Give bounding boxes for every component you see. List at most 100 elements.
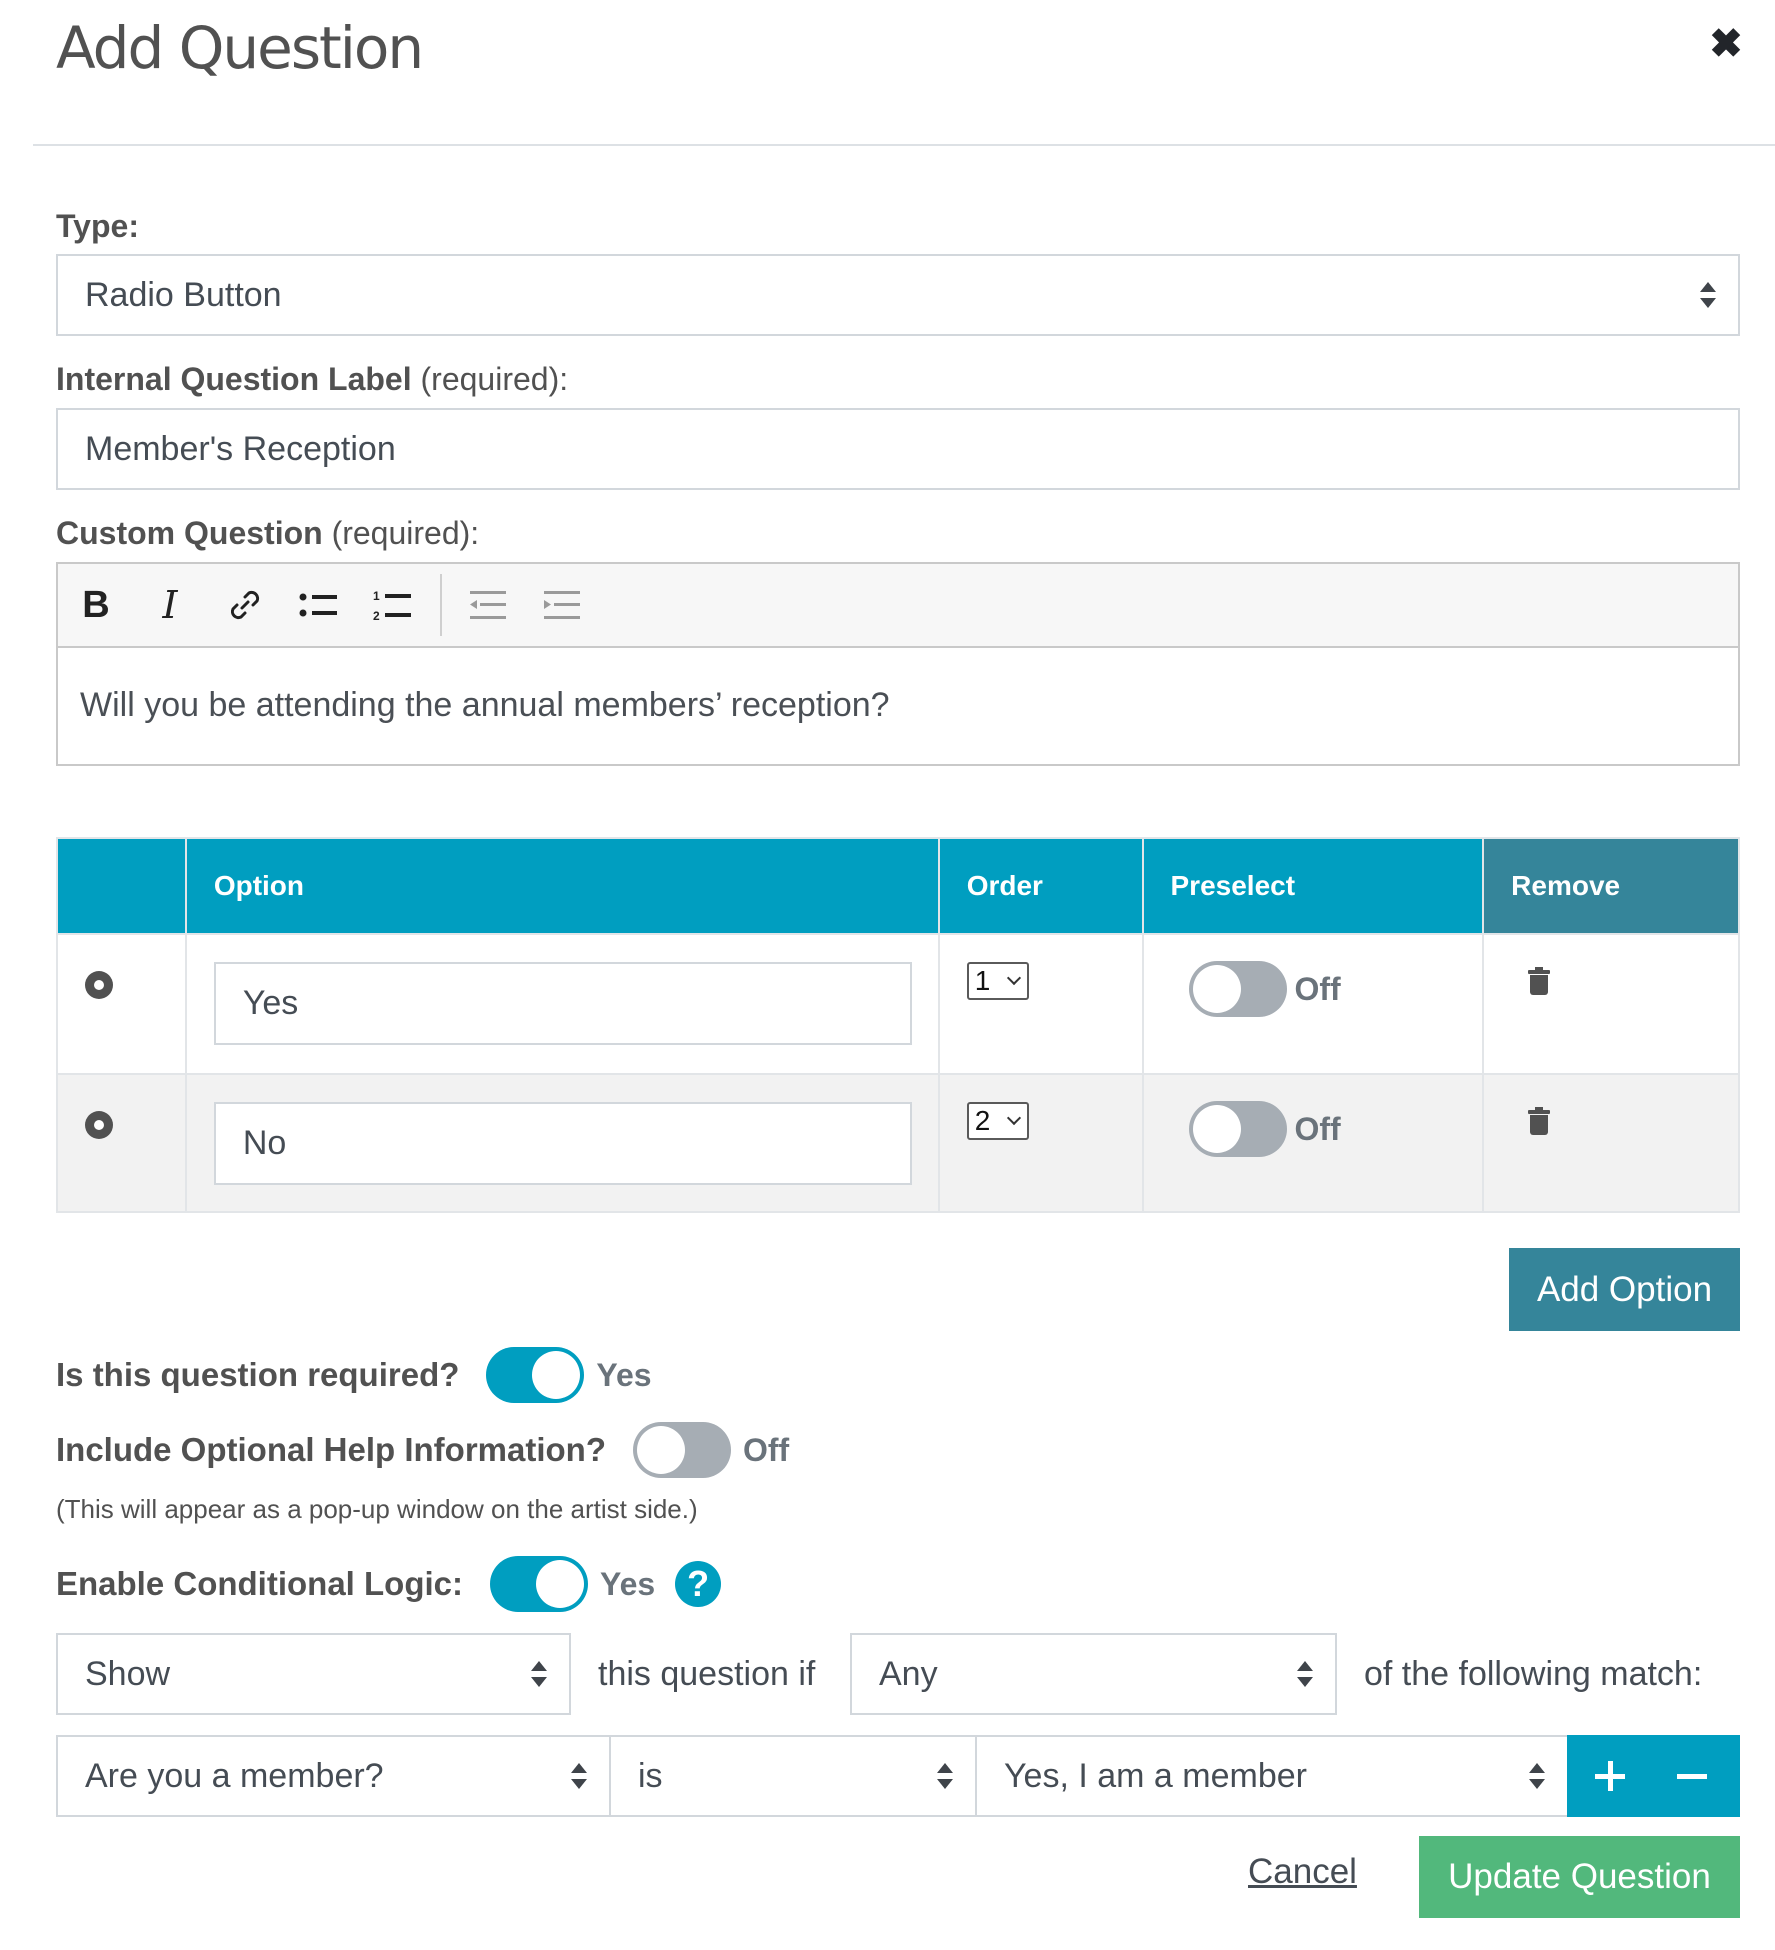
svg-text:2: 2 [373, 609, 380, 622]
select-arrows-icon [531, 1661, 547, 1687]
trash-icon[interactable] [1528, 1107, 1551, 1135]
custom-question-suffix: (required): [322, 515, 480, 551]
conditional-label: Enable Conditional Logic: [56, 1565, 463, 1602]
table-row: Yes 1 Off [56, 933, 1740, 1075]
required-toggle[interactable] [486, 1347, 585, 1403]
bullet-list-icon[interactable] [289, 564, 349, 646]
outdent-icon[interactable] [458, 564, 518, 646]
preselect-toggle[interactable] [1188, 961, 1287, 1017]
rule-question-value: Are you a member? [85, 1756, 384, 1795]
option-value: No [242, 1124, 287, 1162]
chevron-down-icon [1006, 970, 1021, 986]
type-select-value: Radio Button [85, 275, 282, 314]
select-arrows-icon [1700, 282, 1716, 308]
column-header-select [56, 837, 187, 935]
preselect-toggle[interactable] [1188, 1101, 1287, 1157]
rich-text-editor: B I 12 Will you be attending the annual … [56, 562, 1740, 766]
internal-label-input[interactable]: Member's Reception [56, 408, 1740, 490]
order-value: 2 [974, 1105, 991, 1136]
conditional-row: Enable Conditional Logic: Yes ? [56, 1556, 722, 1612]
column-header-preselect: Preselect [1141, 837, 1485, 935]
internal-label-suffix: (required): [411, 361, 569, 397]
toggle-knob [1192, 1105, 1241, 1153]
select-arrows-icon [571, 1763, 587, 1789]
custom-question-heading: Custom Question (required): [56, 515, 479, 552]
indent-icon[interactable] [532, 564, 592, 646]
trash-icon[interactable] [1528, 967, 1551, 995]
rule-operator-select[interactable]: is [609, 1735, 977, 1817]
rule-question-select[interactable]: Are you a member? [56, 1735, 611, 1817]
order-select[interactable]: 2 [966, 1102, 1029, 1140]
column-header-remove: Remove [1482, 837, 1740, 935]
order-cell: 1 [937, 933, 1144, 1075]
radio-handle-icon[interactable] [85, 971, 113, 999]
remove-cell [1482, 933, 1740, 1075]
preselect-cell: Off [1141, 1073, 1485, 1213]
options-table: Option Order Preselect Remove Yes 1 Off … [56, 837, 1740, 1213]
option-input[interactable]: No [213, 1102, 912, 1185]
rule-operator-value: is [638, 1756, 663, 1795]
options-table-header: Option Order Preselect Remove [56, 837, 1740, 935]
option-cell: No [184, 1073, 940, 1213]
help-question-icon[interactable]: ? [675, 1561, 722, 1607]
bold-icon[interactable]: B [66, 564, 126, 646]
option-input[interactable]: Yes [213, 962, 912, 1045]
add-option-button[interactable]: Add Option [1509, 1248, 1740, 1331]
type-label: Type: [56, 208, 139, 244]
header-divider [33, 144, 1775, 146]
match-mode-value: Any [879, 1654, 938, 1693]
connector-text: this question if [598, 1655, 816, 1693]
dialog-title: Add Question [56, 14, 424, 82]
conditional-state-label: Yes [600, 1565, 656, 1602]
order-select[interactable]: 1 [966, 962, 1029, 1000]
match-suffix-text: of the following match: [1364, 1655, 1703, 1693]
remove-rule-button[interactable] [1653, 1735, 1739, 1817]
match-mode-select[interactable]: Any [850, 1633, 1337, 1715]
toolbar-separator [440, 574, 442, 636]
toggle-knob [637, 1426, 685, 1474]
link-icon[interactable] [215, 564, 275, 646]
action-select[interactable]: Show [56, 1633, 571, 1715]
order-value: 1 [974, 965, 991, 996]
help-info-note: (This will appear as a pop-up window on … [56, 1494, 698, 1524]
help-info-label: Include Optional Help Information? [56, 1431, 606, 1468]
editor-content[interactable]: Will you be attending the annual members… [58, 648, 1738, 725]
cancel-link[interactable]: Cancel [1248, 1852, 1357, 1892]
custom-question-bold: Custom Question [56, 515, 323, 551]
required-label: Is this question required? [56, 1356, 460, 1393]
svg-text:1: 1 [373, 589, 380, 603]
radio-handle-icon[interactable] [85, 1111, 113, 1139]
editor-toolbar: B I 12 [58, 564, 1738, 648]
select-arrows-icon [937, 1763, 953, 1789]
italic-icon[interactable]: I [140, 564, 200, 646]
internal-label-value: Member's Reception [85, 429, 396, 468]
close-icon[interactable]: ✖ [1708, 24, 1744, 64]
select-arrows-icon [1529, 1763, 1545, 1789]
internal-label-bold: Internal Question Label [56, 361, 412, 397]
preselect-state-label: Off [1294, 1110, 1341, 1147]
column-header-order: Order [937, 837, 1144, 935]
select-arrows-icon [1297, 1661, 1313, 1687]
type-select[interactable]: Radio Button [56, 254, 1740, 336]
required-state-label: Yes [596, 1356, 652, 1393]
rule-value-select[interactable]: Yes, I am a member [975, 1735, 1569, 1817]
add-rule-button[interactable] [1567, 1735, 1653, 1817]
help-info-toggle[interactable] [633, 1422, 731, 1478]
help-info-state-label: Off [743, 1431, 790, 1468]
remove-cell [1482, 1073, 1740, 1213]
preselect-state-label: Off [1294, 970, 1341, 1007]
internal-label-heading: Internal Question Label (required): [56, 361, 568, 398]
update-question-button[interactable]: Update Question [1419, 1836, 1740, 1918]
toggle-knob [536, 1560, 584, 1608]
drag-cell [56, 933, 187, 1075]
drag-cell [56, 1073, 187, 1213]
help-info-row: Include Optional Help Information? Off [56, 1422, 789, 1478]
numbered-list-icon[interactable]: 12 [363, 564, 423, 646]
option-value: Yes [242, 984, 299, 1022]
rule-value-value: Yes, I am a member [1004, 1756, 1307, 1795]
conditional-toggle[interactable] [490, 1556, 588, 1612]
chevron-down-icon [1006, 1110, 1021, 1126]
toggle-knob [1192, 965, 1241, 1013]
toggle-knob [532, 1351, 581, 1399]
required-row: Is this question required? Yes [56, 1347, 652, 1403]
